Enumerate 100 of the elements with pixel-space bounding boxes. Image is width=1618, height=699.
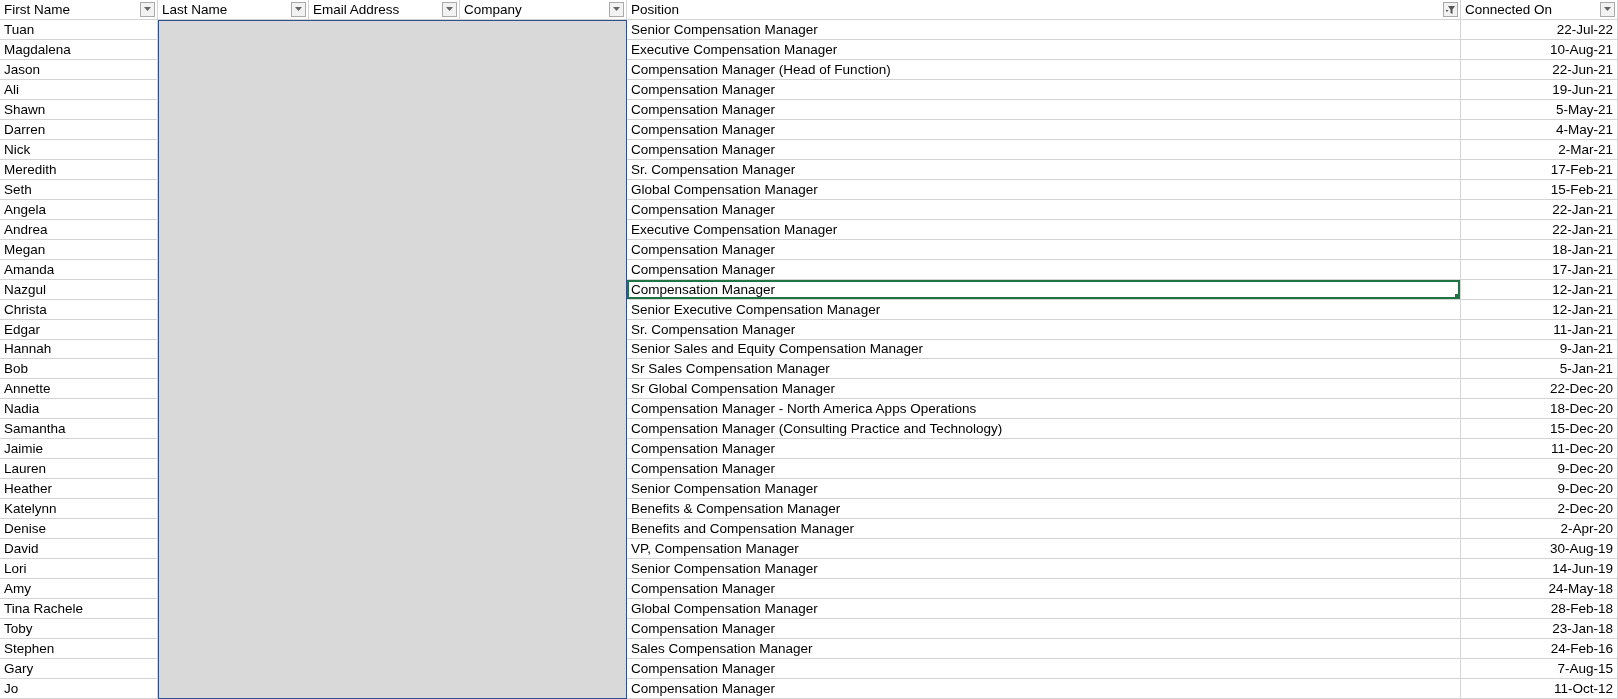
table-cell: Amanda — [4, 261, 55, 277]
table-cell[interactable]: Sr. Compensation Manager — [627, 159, 1461, 180]
filter-button[interactable] — [609, 2, 624, 17]
column-header: Connected On — [1465, 2, 1553, 17]
table-cell: Andrea — [4, 221, 48, 237]
table-cell[interactable]: Compensation Manager (Head of Function) — [627, 59, 1461, 80]
table-cell[interactable]: Compensation Manager — [627, 119, 1461, 140]
table-cell: 11-Dec-20 — [1550, 441, 1613, 457]
table-cell[interactable]: Compensation Manager — [627, 79, 1461, 100]
table-cell[interactable]: Compensation Manager — [627, 459, 1461, 480]
table-cell: 9-Dec-20 — [1557, 481, 1613, 497]
table-cell[interactable]: Compensation Manager - North America Apps Operations — [627, 399, 1461, 420]
table-cell[interactable]: VP, Compensation Manager — [627, 539, 1461, 560]
table-cell[interactable]: Compensation Manager (Consulting Practice and Technology) — [627, 419, 1461, 440]
filter-button[interactable] — [291, 2, 306, 17]
table-cell: Hannah — [4, 341, 52, 357]
table-cell: 22-Dec-20 — [1549, 381, 1613, 397]
table-cell: 5-Jan-21 — [1559, 361, 1613, 377]
table-cell: Jaimie — [4, 441, 43, 457]
table-cell[interactable]: Compensation Manager — [627, 619, 1461, 640]
caret-icon — [143, 6, 152, 13]
table-cell: 9-Dec-20 — [1557, 461, 1613, 477]
table-cell: Denise — [4, 521, 47, 537]
table-cell[interactable]: Sr. Compensation Manager — [627, 319, 1461, 340]
table-cell: Amy — [4, 581, 31, 597]
table-cell: Heather — [4, 481, 53, 497]
table-cell: 15-Feb-21 — [1550, 181, 1613, 197]
table-cell[interactable]: Executive Compensation Manager — [627, 219, 1461, 240]
table-cell: Meredith — [4, 161, 57, 177]
table-cell[interactable]: Sr Global Compensation Manager — [627, 379, 1461, 400]
filter-button[interactable] — [1600, 2, 1615, 17]
table-cell: Lori — [4, 561, 27, 577]
table-cell[interactable]: Executive Compensation Manager — [627, 39, 1461, 60]
table-cell[interactable]: Compensation Manager — [627, 199, 1461, 220]
caret-icon — [1603, 6, 1612, 13]
table-cell[interactable]: Senior Compensation Manager — [627, 479, 1461, 500]
table-cell: 23-Jan-18 — [1552, 621, 1613, 637]
table-cell: Darren — [4, 121, 46, 137]
table-cell[interactable]: Global Compensation Manager — [627, 599, 1461, 620]
table-cell[interactable]: Benefits and Compensation Manager — [627, 519, 1461, 540]
table-cell: Megan — [4, 241, 46, 257]
table-cell: 17-Jan-21 — [1552, 261, 1613, 277]
table-cell: 2-Mar-21 — [1558, 141, 1613, 157]
table-cell: Stephen — [4, 641, 55, 657]
table-cell: Tuan — [4, 21, 35, 37]
table-cell[interactable]: Senior Sales and Equity Compensation Manager — [627, 339, 1461, 360]
table-cell[interactable]: Benefits & Compensation Manager — [627, 499, 1461, 520]
table-cell: 2-Dec-20 — [1557, 501, 1613, 517]
table-cell: 12-Jan-21 — [1552, 301, 1613, 317]
table-cell: 22-Jun-21 — [1552, 61, 1613, 77]
column-header: Email Address — [313, 2, 400, 17]
table-cell: Ali — [4, 81, 19, 97]
table-cell[interactable]: Compensation Manager — [627, 99, 1461, 120]
table-cell: 2-Apr-20 — [1560, 521, 1613, 537]
table-cell[interactable]: Global Compensation Manager — [627, 179, 1461, 200]
table-cell[interactable]: Compensation Manager — [627, 259, 1461, 280]
table-cell: Gary — [4, 661, 34, 677]
table-cell[interactable]: Compensation Manager — [627, 139, 1461, 160]
filter-button[interactable] — [442, 2, 457, 17]
filter-button[interactable] — [1443, 2, 1458, 17]
table-cell: Christa — [4, 301, 47, 317]
table-cell[interactable]: Compensation Manager — [627, 679, 1461, 699]
table-cell: 22-Jan-21 — [1552, 221, 1613, 237]
column-header: Position — [631, 2, 680, 17]
table-cell: Annette — [4, 381, 51, 397]
column-header: Last Name — [162, 2, 228, 17]
table-cell: 7-Aug-15 — [1557, 661, 1613, 677]
table-cell: 19-Jun-21 — [1552, 81, 1613, 97]
table-cell[interactable]: Compensation Manager — [627, 239, 1461, 260]
table-cell: Magdalena — [4, 41, 71, 57]
table-cell[interactable]: Sr Sales Compensation Manager — [627, 359, 1461, 380]
table-cell: Shawn — [4, 101, 46, 117]
table-cell: Nazgul — [4, 281, 47, 297]
caret-icon — [612, 6, 621, 13]
table-cell[interactable]: Compensation Manager — [627, 439, 1461, 460]
table-cell[interactable]: Sales Compensation Manager — [627, 639, 1461, 660]
caret-icon — [445, 6, 454, 13]
table-cell: 28-Feb-18 — [1550, 601, 1613, 617]
table-cell: 24-Feb-16 — [1550, 641, 1613, 657]
filter-button[interactable] — [140, 2, 155, 17]
table-cell: Katelynn — [4, 501, 57, 517]
table-cell: Angela — [4, 201, 47, 217]
filter-icon — [1445, 4, 1456, 15]
table-cell: David — [4, 541, 39, 557]
table-cell: 5-May-21 — [1555, 101, 1613, 117]
table-cell: 14-Jun-19 — [1552, 561, 1613, 577]
table-cell: 4-May-21 — [1555, 121, 1613, 137]
table-cell: 22-Jul-22 — [1556, 21, 1613, 37]
table-cell[interactable]: Compensation Manager — [627, 279, 1461, 300]
column-header: Company — [464, 2, 522, 17]
table-cell: Nadia — [4, 401, 40, 417]
table-cell[interactable]: Compensation Manager — [627, 659, 1461, 679]
table-cell[interactable]: Senior Compensation Manager — [627, 19, 1461, 40]
table-cell: Edgar — [4, 321, 41, 337]
table-cell: 9-Jan-21 — [1559, 341, 1613, 357]
table-cell[interactable]: Senior Compensation Manager — [627, 559, 1461, 580]
table-cell[interactable]: Senior Executive Compensation Manager — [627, 299, 1461, 320]
table-cell: Seth — [4, 181, 32, 197]
column-header: First Name — [4, 2, 70, 17]
table-cell[interactable]: Compensation Manager — [627, 579, 1461, 600]
